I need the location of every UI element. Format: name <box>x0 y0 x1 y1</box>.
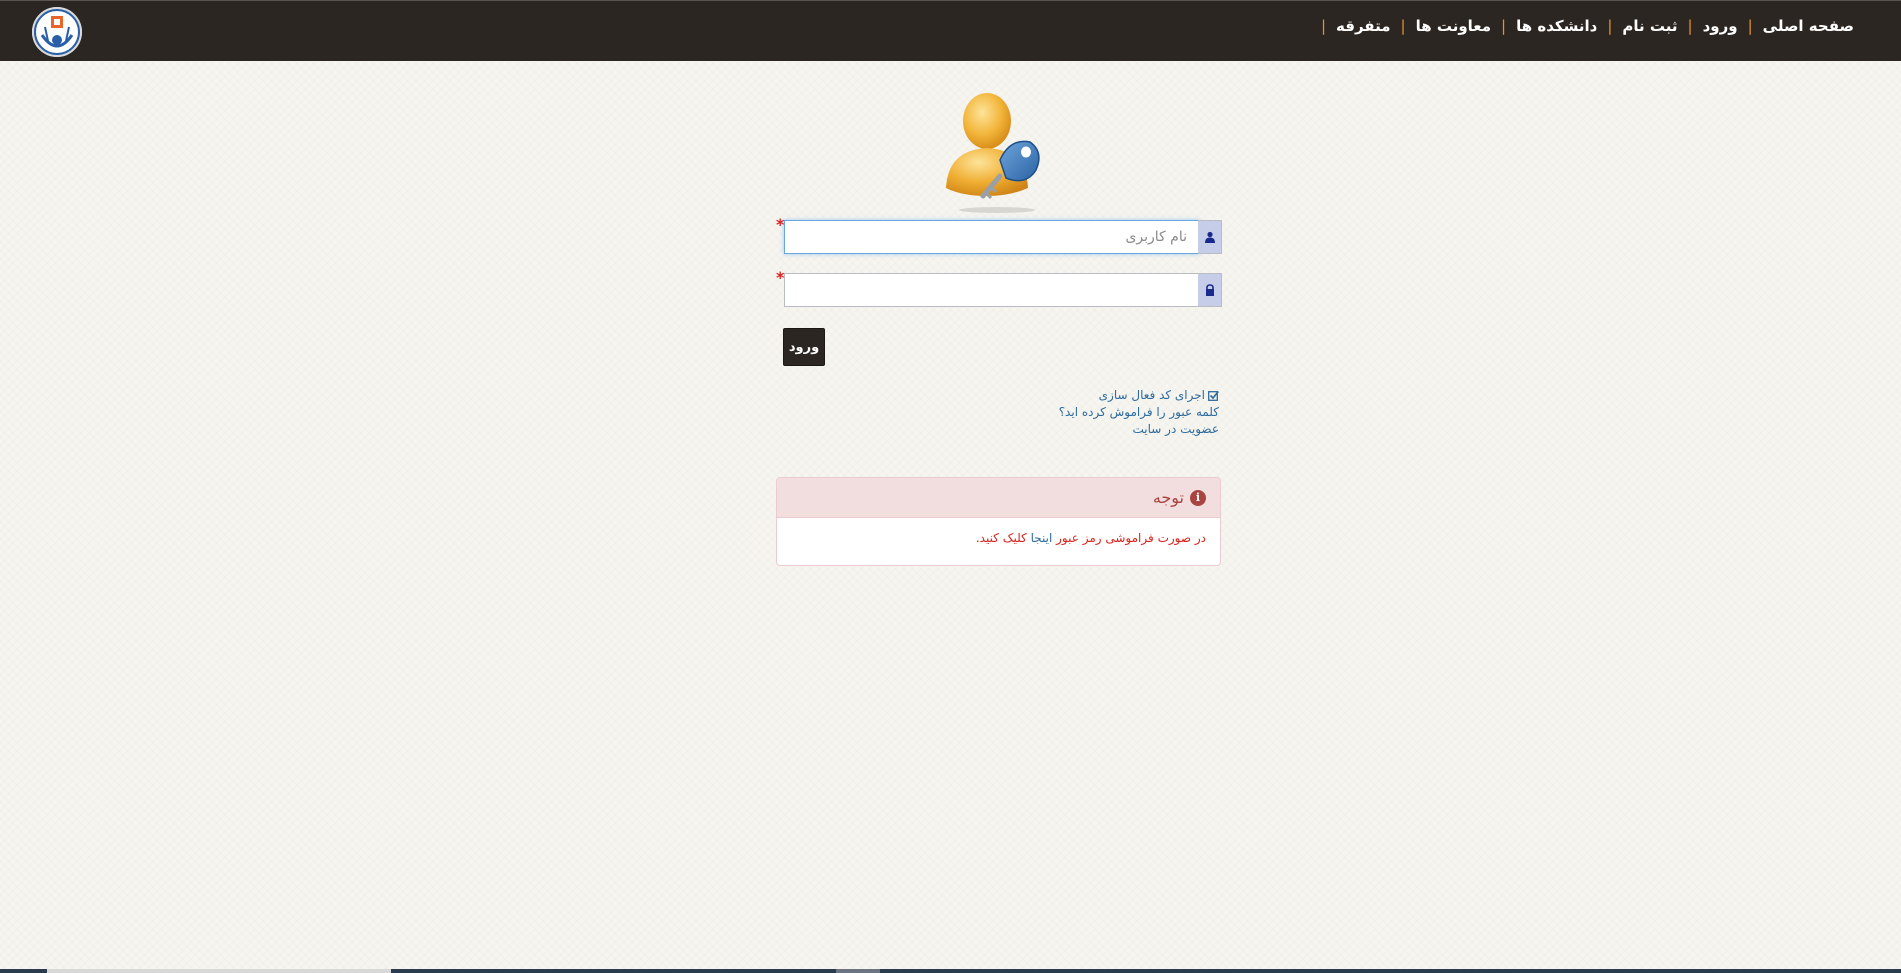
nav-separator: | <box>1687 17 1693 35</box>
login-submit-button[interactable]: ورود <box>783 328 825 366</box>
nav-home-link[interactable]: صفحه اصلی <box>1763 14 1854 38</box>
notice-body: در صورت فراموشی رمز عبور اینجا کلیک کنید… <box>777 518 1220 545</box>
top-navbar: صفحه اصلی | ورود | ثبت نام | دانشکده ها … <box>0 0 1901 61</box>
notice-title: توجه <box>1152 488 1184 507</box>
account-links: اجرای کد فعال سازی کلمه عبور را فراموش ک… <box>1059 387 1219 438</box>
nav-login-link[interactable]: ورود <box>1703 14 1738 38</box>
lock-icon <box>1198 273 1222 307</box>
notice-text-before: در صورت فراموشی رمز عبور <box>1056 531 1206 545</box>
nav-deputies-link[interactable]: معاونت ها <box>1416 14 1491 38</box>
notice-text-after: کلیک کنید. <box>975 531 1027 545</box>
username-row: * <box>776 215 1222 254</box>
recover-password-here-link[interactable]: اینجا <box>1031 531 1053 545</box>
info-icon: i <box>1190 489 1206 506</box>
nav-separator: | <box>1607 17 1613 35</box>
logo-emblem-icon <box>34 9 80 55</box>
bottom-strip <box>0 969 1901 973</box>
bottom-strip-segment <box>836 969 880 973</box>
username-input[interactable] <box>784 220 1200 254</box>
main-menu: صفحه اصلی | ورود | ثبت نام | دانشکده ها … <box>1311 14 1854 38</box>
user-icon <box>1198 220 1222 254</box>
notice-panel: i توجه در صورت فراموشی رمز عبور اینجا کل… <box>776 477 1221 566</box>
user-key-avatar-icon <box>946 93 1040 213</box>
nav-separator: | <box>1320 17 1327 35</box>
checkbox-check-icon <box>1208 390 1219 401</box>
bottom-strip-segment <box>47 969 391 973</box>
notice-panel-header: i توجه <box>777 478 1220 518</box>
nav-separator: | <box>1747 17 1753 35</box>
activation-code-link[interactable]: اجرای کد فعال سازی <box>1059 387 1219 404</box>
site-membership-link[interactable]: عضویت در سایت <box>1059 421 1220 438</box>
nav-separator: | <box>1400 17 1406 35</box>
nav-separator: | <box>1501 17 1507 35</box>
password-row: * <box>776 268 1222 307</box>
password-input[interactable] <box>784 273 1200 307</box>
university-logo[interactable] <box>32 7 82 57</box>
activation-code-label: اجرای کد فعال سازی <box>1098 388 1205 402</box>
nav-register-link[interactable]: ثبت نام <box>1622 14 1677 38</box>
nav-misc-link[interactable]: متفرقه <box>1336 14 1390 38</box>
nav-faculties-link[interactable]: دانشکده ها <box>1516 14 1597 38</box>
forgot-password-link[interactable]: کلمه عبور را فراموش کرده اید؟ <box>1059 404 1219 421</box>
